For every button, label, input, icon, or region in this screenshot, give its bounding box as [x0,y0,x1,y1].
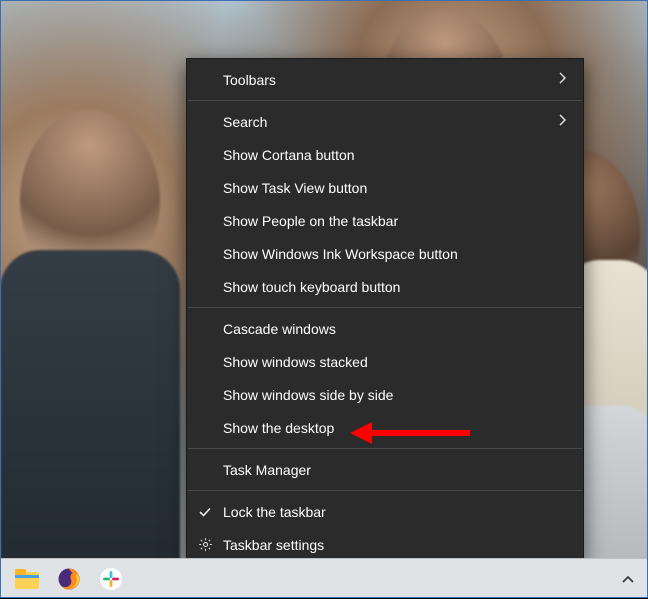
menu-item-side-by-side[interactable]: Show windows side by side [187,378,583,411]
menu-item-label: Toolbars [223,72,551,88]
firefox-icon [57,567,81,591]
taskbar-icon-file-explorer[interactable] [6,559,48,599]
wallpaper-figure [0,250,180,570]
menu-item-show-people[interactable]: Show People on the taskbar [187,204,583,237]
chevron-right-icon [559,113,567,131]
menu-item-search[interactable]: Search [187,105,583,138]
menu-item-label: Search [223,114,551,130]
file-explorer-icon [15,569,39,589]
menu-item-taskbar-settings[interactable]: Taskbar settings [187,528,583,561]
menu-item-lock-taskbar[interactable]: Lock the taskbar [187,495,583,528]
menu-separator [188,490,582,491]
slack-icon [99,567,123,591]
menu-separator [188,307,582,308]
menu-item-show-cortana[interactable]: Show Cortana button [187,138,583,171]
gear-icon [195,537,215,552]
menu-item-label: Show touch keyboard button [223,279,567,295]
taskbar-icon-firefox[interactable] [48,559,90,599]
menu-item-show-desktop[interactable]: Show the desktop [187,411,583,444]
taskbar-context-menu: Toolbars Search Show Cortana button Show… [186,58,584,566]
check-icon [195,505,215,519]
taskbar-icon-slack[interactable] [90,559,132,599]
menu-item-task-manager[interactable]: Task Manager [187,453,583,486]
menu-item-label: Show windows side by side [223,387,567,403]
menu-item-label: Show Task View button [223,180,567,196]
menu-item-label: Cascade windows [223,321,567,337]
menu-item-label: Show Windows Ink Workspace button [223,246,567,262]
menu-separator [188,100,582,101]
menu-item-label: Show People on the taskbar [223,213,567,229]
menu-item-label: Show Cortana button [223,147,567,163]
taskbar-spacer [132,559,614,599]
menu-item-toolbars[interactable]: Toolbars [187,63,583,96]
menu-item-label: Show windows stacked [223,354,567,370]
menu-item-label: Show the desktop [223,420,567,436]
menu-separator [188,448,582,449]
menu-item-show-touch-kb[interactable]: Show touch keyboard button [187,270,583,303]
menu-item-stacked[interactable]: Show windows stacked [187,345,583,378]
menu-item-cascade[interactable]: Cascade windows [187,312,583,345]
menu-item-label: Lock the taskbar [223,504,567,520]
menu-item-label: Task Manager [223,462,567,478]
menu-item-show-task-view[interactable]: Show Task View button [187,171,583,204]
chevron-up-icon [622,575,634,583]
taskbar[interactable] [0,558,648,598]
menu-item-label: Taskbar settings [223,537,567,553]
chevron-right-icon [559,71,567,89]
tray-show-hidden-icons[interactable] [614,559,642,599]
menu-item-show-ink[interactable]: Show Windows Ink Workspace button [187,237,583,270]
